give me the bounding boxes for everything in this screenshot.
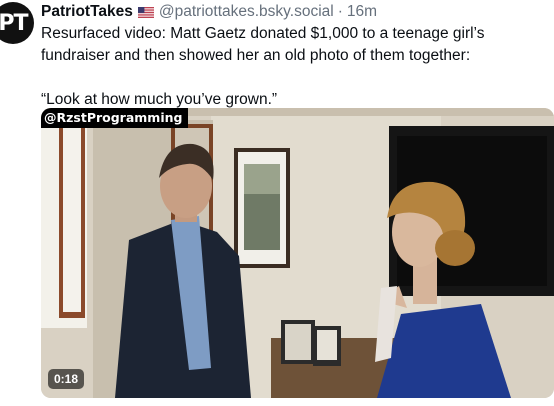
post-text-line: fundraiser and then showed her an old ph… <box>41 47 471 64</box>
us-flag-icon <box>137 6 154 18</box>
post-text-line: Resurfaced video: Matt Gaetz donated $1,… <box>41 25 485 42</box>
post-text-blank-line <box>41 67 541 89</box>
post-text: Resurfaced video: Matt Gaetz donated $1,… <box>41 23 541 111</box>
separator: · <box>337 3 343 20</box>
video-frame <box>41 108 554 398</box>
video-player[interactable]: @RzstProgramming 0:18 <box>41 108 554 398</box>
video-duration-badge: 0:18 <box>48 369 85 389</box>
user-handle[interactable]: @patriottakes.bsky.social <box>159 3 334 21</box>
display-name[interactable]: PatriotTakes <box>41 3 133 21</box>
avatar[interactable]: PT <box>0 2 34 44</box>
video-watermark: @RzstProgramming <box>41 108 189 128</box>
post-header: PatriotTakes @patriottakes.bsky.social ·… <box>41 2 377 22</box>
timestamp[interactable]: 16m <box>347 3 377 21</box>
